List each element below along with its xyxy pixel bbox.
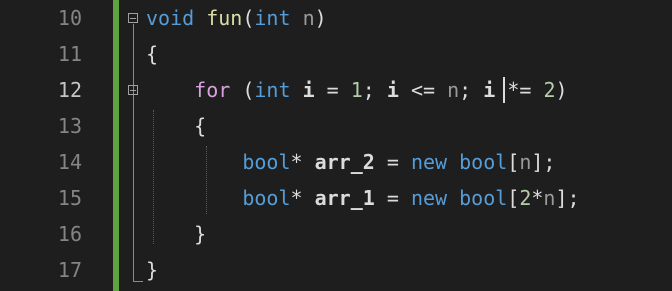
- control-keyword-token: for: [194, 78, 231, 102]
- punctuation-token: [146, 150, 242, 174]
- variable-token: i: [386, 78, 399, 102]
- collapse-loop-icon[interactable]: [128, 85, 138, 95]
- punctuation-token: ): [314, 6, 327, 30]
- punctuation-token: [447, 150, 459, 174]
- variable-token: arr_2: [314, 150, 375, 174]
- keyword-token: int: [254, 78, 291, 102]
- number-literal-token: 1: [350, 78, 363, 102]
- punctuation-token: (: [230, 78, 255, 102]
- line-number: 16: [57, 222, 82, 246]
- identifier-token: n: [519, 150, 532, 174]
- line-number: 10: [57, 6, 82, 30]
- punctuation-token: *: [290, 150, 315, 174]
- text-cursor: [503, 77, 505, 103]
- punctuation-token: *: [531, 186, 544, 210]
- keyword-token: bool: [242, 150, 291, 174]
- code-line-11[interactable]: {: [146, 36, 158, 72]
- code-line-14[interactable]: bool* arr_2 = new bool[n];: [146, 144, 555, 180]
- punctuation-token: (: [242, 6, 255, 30]
- code-line-10[interactable]: void fun(int n): [146, 0, 327, 36]
- punctuation-token: <=: [398, 78, 448, 102]
- fold-guide-line: [133, 96, 134, 234]
- identifier-token: n: [302, 6, 315, 30]
- punctuation-token: *: [290, 186, 315, 210]
- keyword-token: bool: [459, 150, 508, 174]
- identifier-token: n: [447, 78, 460, 102]
- line-number: 15: [57, 186, 82, 210]
- identifier-token: n: [543, 186, 556, 210]
- punctuation-token: [291, 6, 303, 30]
- punctuation-token: [447, 186, 459, 210]
- punctuation-token: ;: [362, 78, 387, 102]
- keyword-token: new: [410, 150, 448, 174]
- punctuation-token: [146, 186, 242, 210]
- punctuation-token: }: [146, 258, 159, 282]
- keyword-token: bool: [242, 186, 291, 210]
- code-editor[interactable]: 10 11 12 13 14 15 16 17 void fun(int n) …: [0, 0, 672, 291]
- punctuation-token: [: [507, 186, 520, 210]
- punctuation-token: [194, 6, 206, 30]
- change-indicator-bar: [113, 0, 119, 291]
- line-number: 17: [57, 258, 82, 282]
- variable-token: i: [483, 78, 496, 102]
- fold-guide-end: [133, 281, 143, 282]
- line-number: 13: [57, 114, 82, 138]
- punctuation-token: {: [146, 114, 207, 138]
- code-line-15[interactable]: bool* arr_1 = new bool[2*n];: [146, 180, 580, 216]
- number-literal-token: 2: [519, 186, 532, 210]
- punctuation-token: ];: [531, 150, 556, 174]
- punctuation-token: ];: [555, 186, 580, 210]
- punctuation-token: =: [374, 150, 411, 174]
- punctuation-token: [146, 78, 194, 102]
- collapse-function-icon[interactable]: [128, 13, 138, 23]
- punctuation-token: [: [507, 150, 520, 174]
- code-area[interactable]: void fun(int n) { for (int i = 1; i <= n…: [124, 0, 672, 291]
- punctuation-token: ): [555, 78, 568, 102]
- keyword-token: int: [254, 6, 291, 30]
- punctuation-token: =: [374, 186, 411, 210]
- keyword-token: new: [410, 186, 448, 210]
- line-number-gutter: 10 11 12 13 14 15 16 17: [0, 0, 100, 291]
- number-literal-token: 2: [543, 78, 556, 102]
- punctuation-token: {: [146, 42, 159, 66]
- line-number: 14: [57, 150, 82, 174]
- line-number-active: 12: [57, 78, 82, 102]
- code-line-13[interactable]: {: [146, 108, 206, 144]
- punctuation-token: ;: [459, 78, 484, 102]
- variable-token: i: [302, 78, 315, 102]
- keyword-token: bool: [459, 186, 508, 210]
- punctuation-token: }: [146, 222, 207, 246]
- line-number: 11: [57, 42, 82, 66]
- variable-token: arr_1: [314, 186, 375, 210]
- code-line-16[interactable]: }: [146, 216, 206, 252]
- punctuation-token: =: [314, 78, 351, 102]
- code-line-17[interactable]: }: [146, 252, 158, 288]
- punctuation-token: [291, 78, 303, 102]
- function-name-token: fun: [206, 6, 243, 30]
- keyword-token: void: [146, 6, 195, 30]
